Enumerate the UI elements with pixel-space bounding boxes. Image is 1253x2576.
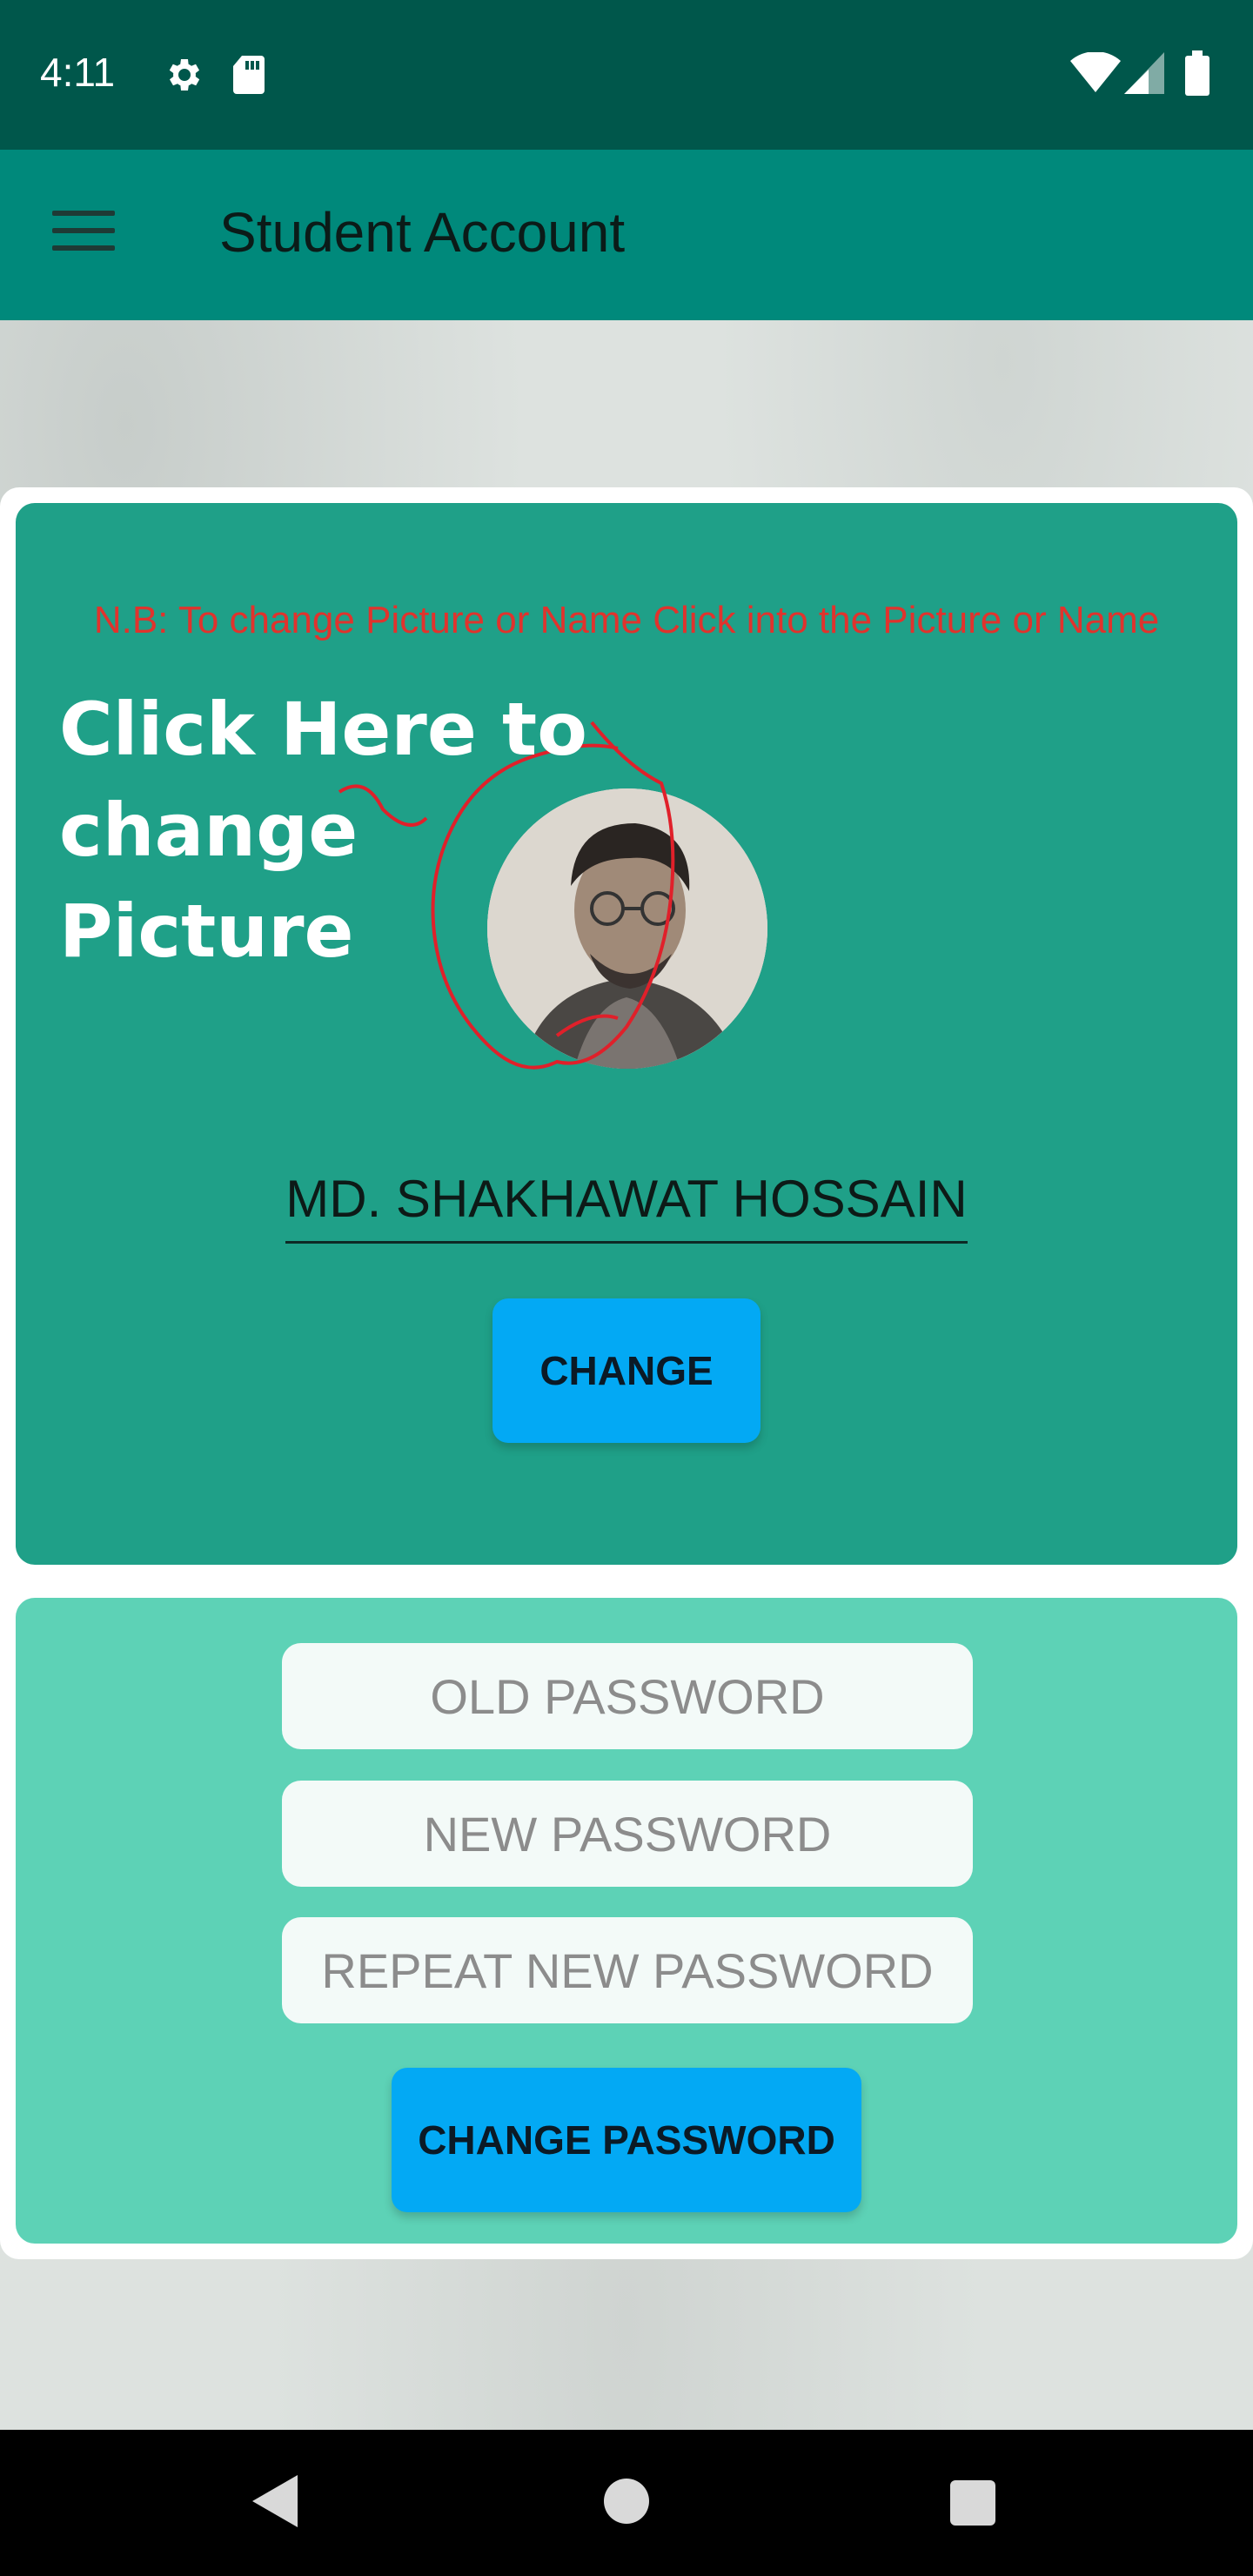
sd-card-icon xyxy=(231,54,266,100)
new-password-input[interactable] xyxy=(282,1781,973,1887)
change-password-button[interactable]: CHANGE PASSWORD xyxy=(392,2068,861,2212)
page-title: Student Account xyxy=(219,201,626,264)
instruction-note: N.B: To change Picture or Name Click int… xyxy=(93,599,1160,641)
home-icon[interactable] xyxy=(604,2479,649,2528)
status-bar: 4:11 xyxy=(0,0,1253,150)
hamburger-menu-icon[interactable] xyxy=(52,211,115,259)
change-button[interactable]: CHANGE xyxy=(492,1298,761,1443)
app-bar: Student Account xyxy=(0,150,1253,320)
signal-icon xyxy=(1124,52,1164,98)
repeat-password-input[interactable] xyxy=(282,1917,973,2023)
wifi-icon xyxy=(1070,51,1121,98)
status-time: 4:11 xyxy=(40,50,116,95)
back-icon[interactable] xyxy=(252,2475,298,2532)
old-password-input[interactable] xyxy=(282,1643,973,1749)
navigation-bar xyxy=(0,2430,1253,2576)
student-name-field[interactable]: MD. SHAKHAWAT HOSSAIN xyxy=(285,1157,968,1244)
recents-icon[interactable] xyxy=(950,2480,995,2530)
change-picture-annotation: Click Here to change Picture xyxy=(59,687,587,974)
battery-icon xyxy=(1185,50,1209,100)
gear-icon xyxy=(162,54,204,100)
